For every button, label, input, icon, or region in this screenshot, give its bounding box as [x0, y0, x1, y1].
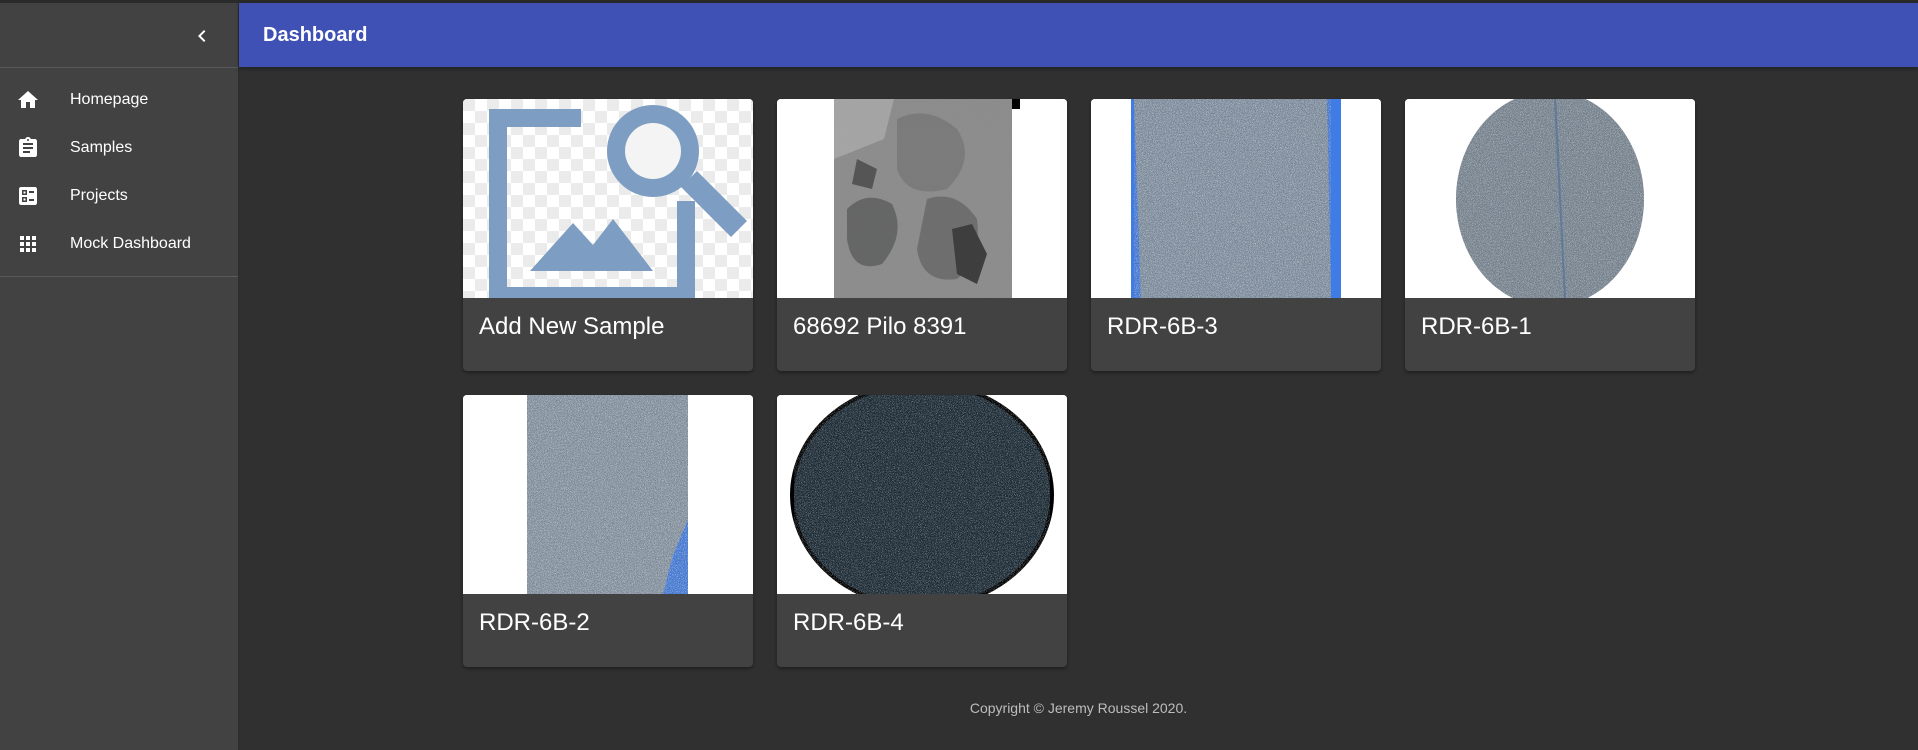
card-title: RDR-6B-4: [793, 609, 904, 636]
card-image: [463, 99, 753, 298]
home-icon: [16, 88, 40, 112]
dark-speckled-circle-image: [777, 395, 1067, 594]
card-title: RDR-6B-3: [1107, 313, 1218, 340]
card-title: 68692 Pilo 8391: [793, 313, 967, 340]
sidebar-item-homepage[interactable]: Homepage: [0, 76, 238, 124]
grid-icon: [16, 232, 40, 256]
sample-card[interactable]: RDR-6B-3: [1091, 99, 1381, 371]
clipboard-icon: [16, 136, 40, 160]
card-image: [1091, 99, 1381, 298]
checklist-icon: [16, 184, 40, 208]
sidebar-nav: Homepage Samples Projects Mock Dashboard: [0, 68, 238, 277]
sample-card[interactable]: RDR-6B-2: [463, 395, 753, 667]
sidebar-item-label: Projects: [70, 187, 128, 204]
speckled-rock-rectangle-image: [463, 395, 753, 594]
sidebar-item-label: Mock Dashboard: [70, 235, 191, 252]
sidebar-item-samples[interactable]: Samples: [0, 124, 238, 172]
chevron-left-icon: [198, 30, 206, 42]
add-image-search-icon: [463, 99, 753, 298]
card-image: [777, 395, 1067, 594]
sample-card[interactable]: 68692 Pilo 8391: [777, 99, 1067, 371]
collapse-sidebar-button[interactable]: [186, 20, 218, 52]
speckled-rock-rectangle-image: [1091, 99, 1381, 298]
page-title: Dashboard: [263, 23, 368, 46]
card-title: Add New Sample: [479, 313, 665, 340]
grayscale-rock-section-image: [777, 99, 1067, 298]
footer-copyright: Copyright © Jeremy Roussel 2020.: [969, 700, 1188, 716]
card-image: [463, 395, 753, 594]
sidebar-header: [0, 3, 238, 68]
card-title: RDR-6B-2: [479, 609, 590, 636]
card-image: [777, 99, 1067, 298]
sample-card[interactable]: RDR-6B-4: [777, 395, 1067, 667]
add-sample-card[interactable]: Add New Sample: [463, 99, 753, 371]
sidebar: Homepage Samples Projects Mock Dashboard: [0, 3, 239, 750]
sidebar-item-label: Samples: [70, 139, 133, 156]
sidebar-item-projects[interactable]: Projects: [0, 172, 238, 220]
card-title: RDR-6B-1: [1421, 313, 1532, 340]
sidebar-item-mock-dashboard[interactable]: Mock Dashboard: [0, 220, 238, 268]
app-bar: Dashboard: [239, 3, 1918, 67]
sample-card[interactable]: RDR-6B-1: [1405, 99, 1695, 371]
sidebar-item-label: Homepage: [70, 91, 149, 108]
card-image: [1405, 99, 1695, 298]
speckled-rock-circle-image: [1405, 99, 1695, 298]
